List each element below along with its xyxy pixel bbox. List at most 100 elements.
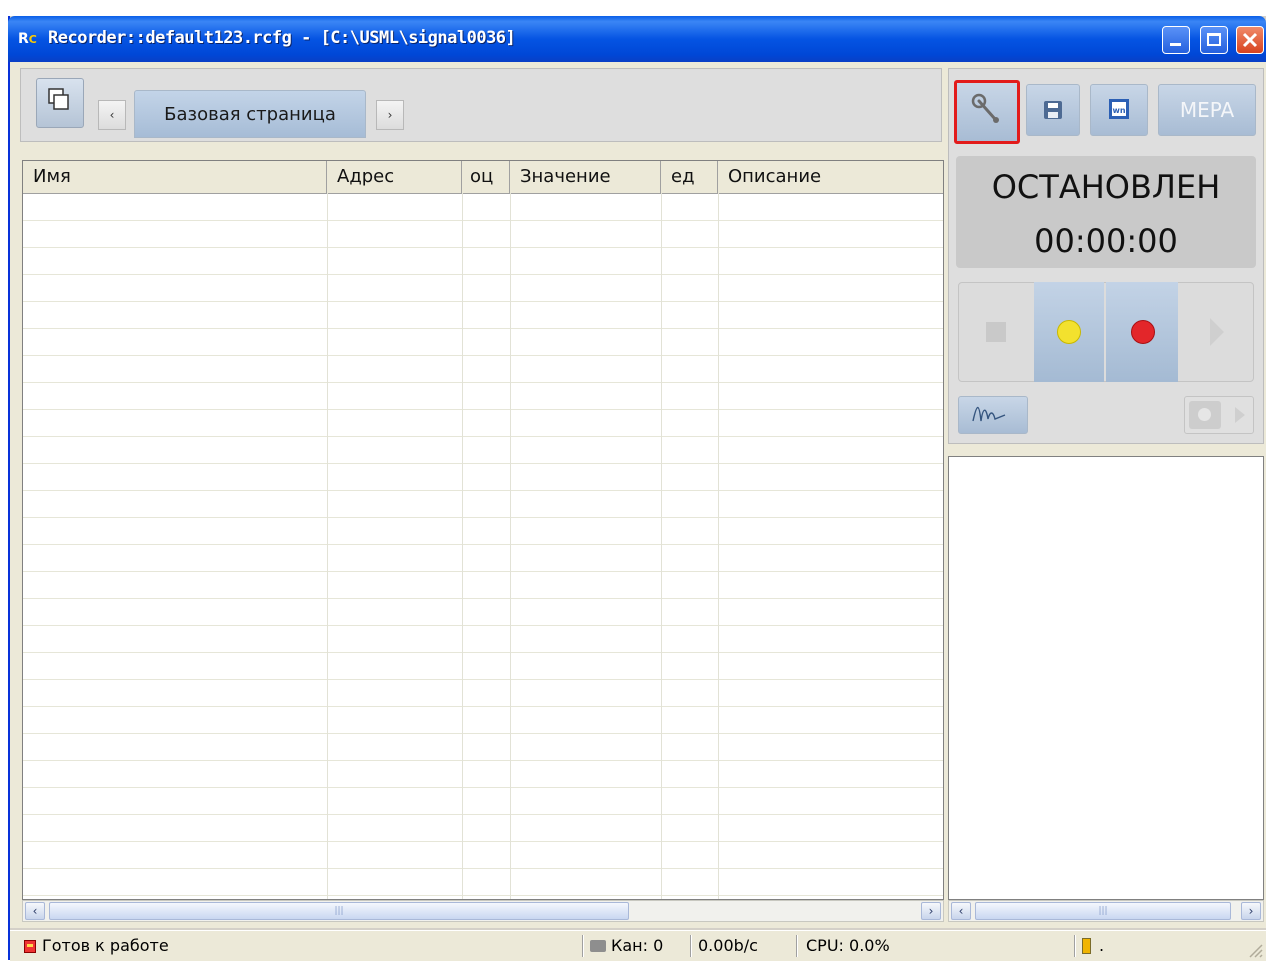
mera-button[interactable]: MEPA (1158, 84, 1256, 136)
table-row (23, 652, 943, 653)
table-row (23, 355, 943, 356)
wrench-icon (971, 93, 999, 123)
event-list-horizontal-scrollbar[interactable]: ‹ ||| › (948, 900, 1264, 922)
scroll-left-arrow[interactable]: ‹ (951, 902, 971, 920)
window-title: Recorder::default123.rcfg - [C:\USML\sig… (48, 28, 516, 48)
title-bar[interactable]: RC Recorder::default123.rcfg - [C:\USML\… (8, 16, 1266, 62)
table-row (23, 247, 943, 248)
column-header-value[interactable]: Значение (510, 161, 661, 193)
close-icon (1242, 32, 1258, 48)
recorder-status-display: ОСТАНОВЛЕН 00:00:00 (956, 156, 1256, 268)
stop-icon (986, 322, 1006, 342)
recording-timer: 00:00:00 (1034, 222, 1178, 260)
table-row (23, 679, 943, 680)
signal-table[interactable]: Имя Адрес оц Значение ед Описание (22, 160, 944, 900)
stop-button[interactable] (958, 282, 1034, 382)
next-page-button[interactable]: › (376, 100, 404, 130)
scroll-right-arrow[interactable]: › (921, 902, 941, 920)
table-row (23, 868, 943, 869)
word-icon: wn (1109, 99, 1129, 119)
ready-text: Готов к работе (42, 936, 169, 955)
monitor-button[interactable] (1034, 282, 1104, 382)
close-button[interactable] (1236, 26, 1264, 54)
table-row (23, 787, 943, 788)
column-header-oc[interactable]: оц (462, 161, 510, 193)
battery-icon (1082, 938, 1091, 954)
maximize-button[interactable] (1200, 26, 1228, 54)
table-row (23, 274, 943, 275)
tab-base-page[interactable]: Базовая страница (134, 90, 366, 138)
red-record-icon (1131, 320, 1155, 344)
status-divider (1074, 935, 1076, 957)
table-row (23, 706, 943, 707)
record-button[interactable] (1106, 282, 1178, 382)
scroll-thumb[interactable]: ||| (49, 902, 629, 920)
table-row (23, 436, 943, 437)
maximize-icon (1207, 33, 1221, 46)
waveform-button[interactable] (958, 396, 1028, 434)
table-header: Имя Адрес оц Значение ед Описание (23, 161, 943, 194)
status-divider (690, 935, 692, 957)
column-divider (661, 193, 662, 899)
app-icon: RC (18, 31, 37, 47)
table-row (23, 517, 943, 518)
column-divider (327, 193, 328, 899)
column-divider (510, 193, 511, 899)
column-divider (718, 193, 719, 899)
play-button[interactable] (1180, 282, 1254, 382)
pages-button[interactable] (36, 78, 84, 128)
table-horizontal-scrollbar[interactable]: ‹ ||| › (22, 900, 944, 922)
table-row (23, 841, 943, 842)
channel-count-status: Кан: 0 (590, 933, 663, 959)
table-row (23, 598, 943, 599)
table-row (23, 895, 943, 896)
table-row (23, 571, 943, 572)
column-header-address[interactable]: Адрес (327, 161, 462, 193)
table-row (23, 328, 943, 329)
play-icon (1210, 318, 1224, 346)
settings-button[interactable] (954, 80, 1020, 144)
yellow-record-icon (1057, 320, 1081, 344)
table-row (23, 544, 943, 545)
floppy-icon (1044, 101, 1062, 119)
recorder-state-label: ОСТАНОВЛЕН (991, 168, 1221, 206)
status-bar: Готов к работе Кан: 0 0.00b/c CPU: 0.0% … (10, 930, 1266, 961)
table-row (23, 301, 943, 302)
channel-count-text: Кан: 0 (611, 936, 664, 955)
column-divider (462, 193, 463, 899)
scroll-thumb[interactable]: ||| (975, 902, 1231, 920)
scroll-left-arrow[interactable]: ‹ (25, 902, 45, 920)
waveform-icon (972, 406, 1006, 422)
table-row (23, 409, 943, 410)
prev-page-button[interactable]: ‹ (98, 100, 126, 130)
table-row (23, 220, 943, 221)
scroll-right-arrow[interactable]: › (1241, 902, 1261, 920)
status-divider (796, 935, 798, 957)
table-row (23, 463, 943, 464)
svg-text:wn: wn (1112, 106, 1125, 115)
table-row (23, 625, 943, 626)
word-export-button[interactable]: wn (1090, 84, 1148, 136)
table-row (23, 733, 943, 734)
table-row (23, 382, 943, 383)
minimize-button[interactable] (1162, 26, 1190, 54)
mini-record-icon (1189, 401, 1221, 429)
table-row (23, 760, 943, 761)
save-button[interactable] (1026, 84, 1080, 136)
printer-icon (590, 940, 606, 952)
windows-icon (48, 88, 69, 110)
column-header-name[interactable]: Имя (23, 161, 327, 193)
column-header-unit[interactable]: ед (661, 161, 718, 193)
table-row (23, 814, 943, 815)
cpu-usage-status: CPU: 0.0% (806, 936, 890, 955)
status-save-icon (24, 940, 36, 953)
event-list-panel[interactable] (948, 456, 1264, 900)
mini-play-icon (1235, 407, 1245, 423)
battery-status: . (1082, 933, 1104, 959)
mini-transport-button[interactable] (1184, 396, 1254, 434)
resize-grip-icon[interactable] (1246, 941, 1264, 959)
status-divider (582, 935, 584, 957)
minimize-icon (1170, 43, 1181, 46)
column-header-description[interactable]: Описание (718, 161, 943, 193)
ready-status: Готов к работе (24, 933, 169, 959)
